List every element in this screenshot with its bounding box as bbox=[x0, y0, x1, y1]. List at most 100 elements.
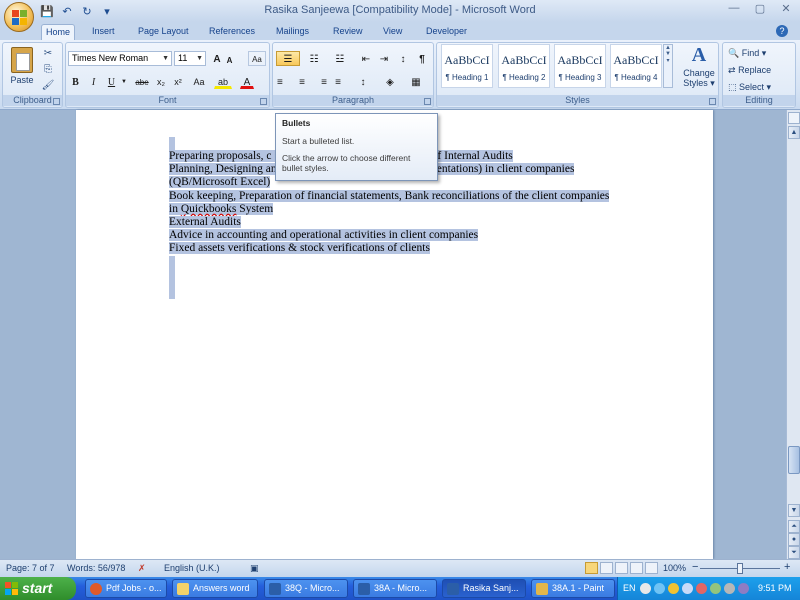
styles-gallery-scroll[interactable]: ▲ ▼ ▾ bbox=[663, 44, 673, 88]
show-hide-marks-button[interactable]: ¶ bbox=[414, 51, 430, 66]
tab-review[interactable]: Review bbox=[329, 24, 367, 40]
change-case-button[interactable]: Aa bbox=[190, 74, 208, 89]
tab-page-layout[interactable]: Page Layout bbox=[134, 24, 193, 40]
taskbar-item-answers-word[interactable]: Answers word bbox=[172, 579, 258, 598]
scroll-up-icon[interactable]: ▲ bbox=[788, 126, 800, 139]
style-heading-2[interactable]: AaBbCcI ¶ Heading 2 bbox=[498, 44, 550, 88]
center-button[interactable]: ≡ bbox=[294, 74, 310, 89]
sort-button[interactable]: ↕ bbox=[395, 51, 411, 66]
cut-icon[interactable]: ✂ bbox=[41, 47, 55, 60]
select-button[interactable]: ⬚ Select ▾ bbox=[728, 80, 771, 94]
font-launcher-icon[interactable] bbox=[260, 98, 267, 105]
tab-references[interactable]: References bbox=[205, 24, 259, 40]
vertical-scrollbar[interactable]: ▲ ▼ ⏶ ● ⏷ bbox=[786, 110, 800, 559]
scroll-down-icon[interactable]: ▼ bbox=[788, 504, 800, 517]
font-size-dropdown-icon[interactable]: ▼ bbox=[196, 52, 203, 65]
help-icon[interactable]: ? bbox=[776, 25, 788, 37]
tab-home[interactable]: Home bbox=[41, 24, 76, 40]
browse-object-icon[interactable]: ● bbox=[788, 533, 800, 546]
paste-button[interactable]: Paste bbox=[7, 45, 37, 95]
align-left-button[interactable]: ≡ bbox=[276, 74, 292, 89]
tray-update-icon[interactable] bbox=[710, 583, 721, 594]
scroll-thumb[interactable] bbox=[788, 446, 800, 474]
style-heading-3[interactable]: AaBbCcI ¶ Heading 3 bbox=[554, 44, 606, 88]
change-styles-button[interactable]: A Change Styles ▾ bbox=[680, 44, 718, 89]
draft-view-icon[interactable] bbox=[645, 562, 658, 574]
language-indicator[interactable]: English (U.K.) bbox=[164, 563, 220, 573]
office-button[interactable] bbox=[4, 2, 34, 32]
start-button[interactable]: start bbox=[0, 577, 76, 600]
styles-launcher-icon[interactable] bbox=[709, 98, 716, 105]
shading-button[interactable]: ◈ bbox=[379, 74, 401, 89]
tray-network-icon[interactable] bbox=[654, 583, 665, 594]
style-heading-1[interactable]: AaBbCcI ¶ Heading 1 bbox=[441, 44, 493, 88]
language-bar[interactable]: EN bbox=[623, 583, 636, 593]
zoom-out-button[interactable]: − bbox=[692, 561, 698, 573]
close-button[interactable]: ✕ bbox=[778, 2, 794, 15]
next-page-icon[interactable]: ⏷ bbox=[788, 546, 800, 559]
strikethrough-button[interactable]: abe bbox=[132, 74, 152, 89]
previous-page-icon[interactable]: ⏶ bbox=[788, 520, 800, 533]
underline-dropdown-icon[interactable]: ▼ bbox=[120, 74, 128, 89]
tray-security-icon[interactable] bbox=[668, 583, 679, 594]
font-name-dropdown-icon[interactable]: ▼ bbox=[162, 52, 169, 65]
tab-insert[interactable]: Insert bbox=[88, 24, 119, 40]
justify-button[interactable]: ≡ bbox=[330, 74, 346, 89]
misspelled-word[interactable]: Quickbooks bbox=[181, 203, 237, 215]
full-screen-view-icon[interactable] bbox=[600, 562, 613, 574]
zoom-in-button[interactable]: + bbox=[784, 561, 790, 573]
font-color-button[interactable]: A bbox=[240, 74, 254, 89]
proofing-icon[interactable]: ✗ bbox=[138, 563, 146, 574]
taskbar-item-38a[interactable]: 38A - Micro... bbox=[353, 579, 437, 598]
numbering-button[interactable]: ☷ bbox=[303, 51, 325, 66]
shrink-font-button[interactable]: A bbox=[224, 52, 235, 67]
multilevel-list-button[interactable]: ☳ bbox=[329, 51, 351, 66]
print-layout-view-icon[interactable] bbox=[585, 562, 598, 574]
tab-developer[interactable]: Developer bbox=[422, 24, 471, 40]
replace-button[interactable]: ⇄ Replace bbox=[728, 63, 771, 77]
find-button[interactable]: 🔍 Find ▾ bbox=[728, 46, 766, 60]
page-count[interactable]: Page: 7 of 7 bbox=[6, 563, 55, 573]
underline-button[interactable]: U bbox=[105, 74, 118, 89]
format-painter-icon[interactable]: 🖌 bbox=[41, 79, 55, 92]
copy-icon[interactable]: ⎘ bbox=[41, 63, 55, 76]
font-name-box[interactable]: Times New Roman ▼ bbox=[68, 51, 172, 66]
italic-button[interactable]: I bbox=[87, 74, 100, 89]
tab-view[interactable]: View bbox=[379, 24, 406, 40]
word-count[interactable]: Words: 56/978 bbox=[67, 563, 125, 573]
tray-antivirus-icon[interactable] bbox=[696, 583, 707, 594]
tray-volume-icon[interactable] bbox=[682, 583, 693, 594]
taskbar-item-paint[interactable]: 38A.1 - Paint bbox=[531, 579, 615, 598]
taskbar-item-pdf-jobs[interactable]: Pdf Jobs - o... bbox=[85, 579, 167, 598]
decrease-indent-button[interactable]: ⇤ bbox=[358, 51, 374, 66]
borders-button[interactable]: ▦ bbox=[405, 74, 427, 89]
tab-mailings[interactable]: Mailings bbox=[272, 24, 313, 40]
minimize-button[interactable]: — bbox=[726, 2, 742, 15]
style-heading-4[interactable]: AaBbCcI ¶ Heading 4 bbox=[610, 44, 662, 88]
tray-messenger-icon[interactable] bbox=[738, 583, 749, 594]
taskbar-item-rasika[interactable]: Rasika Sanj... bbox=[442, 579, 526, 598]
grow-font-button[interactable]: A bbox=[211, 51, 223, 66]
maximize-button[interactable]: ▢ bbox=[752, 2, 768, 15]
taskbar-item-38q[interactable]: 38Q - Micro... bbox=[264, 579, 348, 598]
bullets-button[interactable]: ☰ bbox=[276, 51, 300, 66]
zoom-level[interactable]: 100% bbox=[663, 563, 686, 573]
tray-help-icon[interactable] bbox=[640, 583, 651, 594]
clock[interactable]: 9:51 PM bbox=[758, 583, 792, 593]
tray-device-icon[interactable] bbox=[724, 583, 735, 594]
paragraph-launcher-icon[interactable] bbox=[424, 98, 431, 105]
increase-indent-button[interactable]: ⇥ bbox=[376, 51, 392, 66]
ruler-toggle-icon[interactable] bbox=[788, 112, 800, 124]
clear-formatting-button[interactable]: Aa bbox=[248, 51, 266, 66]
font-size-box[interactable]: 11 ▼ bbox=[174, 51, 206, 66]
web-layout-view-icon[interactable] bbox=[615, 562, 628, 574]
clipboard-launcher-icon[interactable] bbox=[53, 98, 60, 105]
line-spacing-button[interactable]: ↕ bbox=[352, 74, 374, 89]
macro-record-icon[interactable]: ▣ bbox=[250, 563, 259, 574]
subscript-button[interactable]: x₂ bbox=[154, 74, 168, 89]
bold-button[interactable]: B bbox=[69, 74, 82, 89]
outline-view-icon[interactable] bbox=[630, 562, 643, 574]
superscript-button[interactable]: x² bbox=[171, 74, 185, 89]
align-right-button[interactable]: ≡ bbox=[312, 74, 328, 89]
zoom-slider-thumb[interactable] bbox=[737, 563, 743, 574]
